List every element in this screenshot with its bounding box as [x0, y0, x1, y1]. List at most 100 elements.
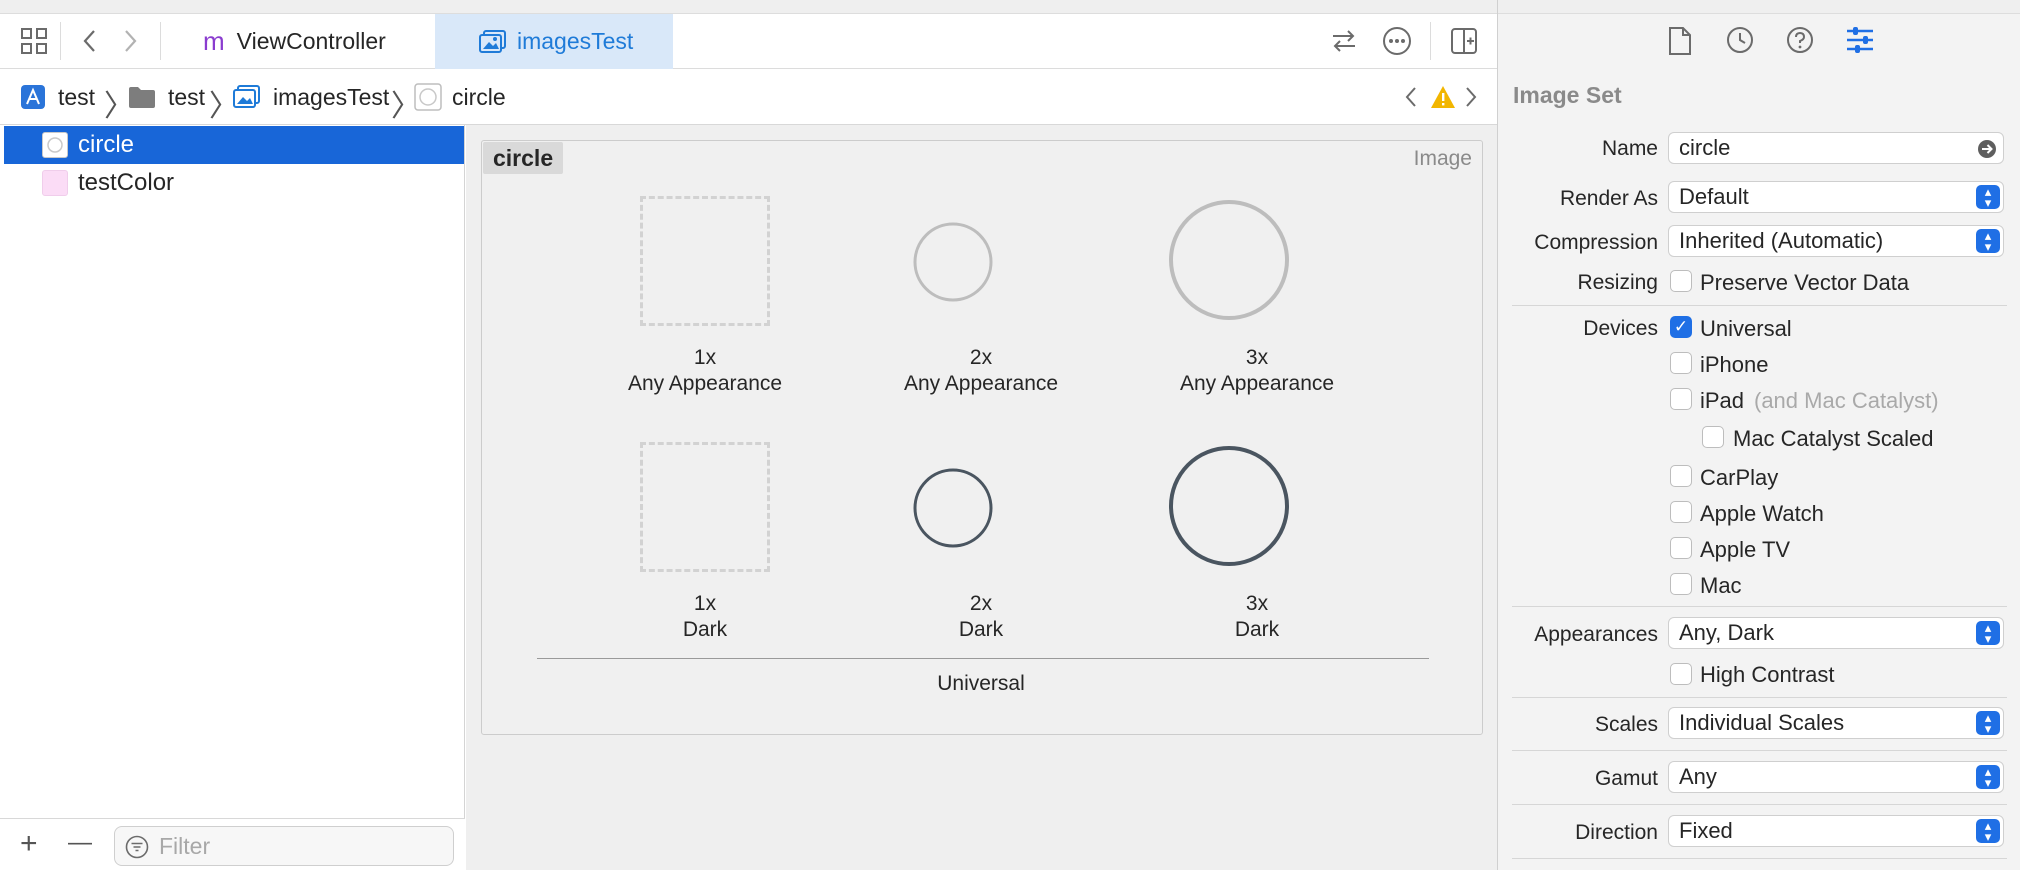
slot-label-1x-any: 1x Any Appearance — [595, 345, 815, 397]
preserve-vector-checkbox[interactable] — [1670, 270, 1692, 292]
asset-editor: circle Image 1x Any Appearance 2x Any Ap… — [466, 125, 1497, 870]
gamut-label: Gamut — [1594, 767, 1658, 790]
image-well-2x-any[interactable] — [912, 221, 994, 308]
device-suffix: (and Mac Catalyst) — [1754, 388, 1939, 413]
image-well-3x-dark[interactable] — [1167, 444, 1291, 573]
add-asset-button[interactable]: + — [20, 827, 38, 861]
direction-popup[interactable]: Fixed ▴ ▾ — [1668, 815, 2004, 847]
compression-popup[interactable]: Inherited (Automatic) ▴ ▾ — [1668, 225, 2004, 257]
remove-asset-button[interactable]: — — [68, 829, 92, 857]
name-field[interactable]: circle — [1668, 132, 2004, 164]
quick-help-icon[interactable] — [1786, 26, 1814, 59]
universal-checkbox[interactable]: ✓ — [1670, 316, 1692, 338]
apple-watch-checkbox[interactable] — [1670, 501, 1692, 523]
device-label: iPad — [1700, 388, 1745, 413]
folder-icon — [128, 85, 156, 109]
carplay-checkbox[interactable] — [1670, 465, 1692, 487]
render-as-label: Render As — [1559, 187, 1658, 210]
tab-label: ViewController — [236, 28, 386, 54]
mac-catalyst-scaled-checkbox[interactable] — [1702, 426, 1724, 448]
popup-chevron-icon: ▴ ▾ — [1976, 711, 2000, 735]
tab-viewcontroller[interactable]: m ViewController — [203, 14, 386, 69]
group-label: Universal — [937, 672, 1025, 695]
gamut-popup[interactable]: Any ▴ ▾ — [1668, 761, 2004, 793]
breadcrumb-label: circle — [452, 83, 506, 110]
slot-scale: 2x — [969, 592, 993, 615]
scales-popup[interactable]: Individual Scales ▴ ▾ — [1668, 707, 2004, 739]
grid-icon[interactable] — [20, 27, 48, 60]
breadcrumb-label: test — [168, 83, 206, 110]
breadcrumb-label: imagesTest — [273, 83, 390, 110]
high-contrast-checkbox[interactable] — [1670, 663, 1692, 685]
breadcrumb-image-set[interactable]: circle — [414, 69, 506, 125]
filter-icon — [125, 835, 149, 865]
popup-chevron-icon: ▴ ▾ — [1976, 621, 2000, 645]
iphone-checkbox[interactable] — [1670, 352, 1692, 374]
related-items-swap-icon[interactable] — [1330, 27, 1358, 60]
appearances-popup[interactable]: Any, Dark ▴ ▾ — [1668, 617, 2004, 649]
slot-appearance: Dark — [682, 618, 728, 641]
list-item-testcolor[interactable]: testColor — [4, 164, 464, 202]
filter-field[interactable]: Filter — [114, 826, 454, 866]
forward-icon[interactable] — [120, 27, 140, 60]
apple-tv-checkbox[interactable] — [1670, 537, 1692, 559]
slot-label-1x-dark: 1x Dark — [595, 591, 815, 643]
attributes-inspector: Image Set Name circle Render As Default … — [1497, 0, 2020, 870]
device-label: Mac Catalyst Scaled — [1733, 426, 1934, 451]
previous-issue-icon[interactable] — [1402, 83, 1420, 116]
jump-bar: test 〉 test 〉 imagesTest 〉 circle — [0, 69, 1497, 125]
popup-chevron-icon: ▴ ▾ — [1976, 819, 2000, 843]
name-label: Name — [1601, 137, 1658, 160]
device-label: Universal — [1700, 316, 1792, 341]
popup-value: Inherited (Automatic) — [1679, 228, 1884, 253]
arrow-circle-icon[interactable] — [1977, 139, 1997, 165]
slot-appearance: Any Appearance — [627, 372, 783, 395]
attributes-inspector-icon[interactable] — [1845, 26, 1875, 59]
list-item-label: circle — [78, 131, 135, 158]
breadcrumb-asset-catalog[interactable]: imagesTest — [233, 69, 389, 125]
warning-icon[interactable] — [1430, 85, 1456, 114]
popup-value: Default — [1679, 184, 1749, 209]
history-inspector-icon[interactable] — [1726, 26, 1754, 59]
ipad-checkbox[interactable] — [1670, 388, 1692, 410]
filter-placeholder: Filter — [159, 832, 211, 859]
popup-chevron-icon: ▴ ▾ — [1976, 185, 2000, 209]
mac-checkbox[interactable] — [1670, 573, 1692, 595]
image-set-name-badge: circle — [483, 142, 564, 174]
image-well-3x-any[interactable] — [1167, 198, 1291, 327]
more-options-icon[interactable] — [1382, 26, 1412, 61]
image-well-1x-any[interactable] — [640, 196, 770, 326]
list-item-circle[interactable]: circle — [4, 126, 464, 164]
slot-scale: 3x — [1245, 346, 1269, 369]
image-well-1x-dark[interactable] — [640, 442, 770, 572]
next-issue-icon[interactable] — [1462, 83, 1480, 116]
file-inspector-icon[interactable] — [1668, 26, 1692, 61]
tab-imagestest[interactable]: imagesTest — [435, 14, 673, 69]
breadcrumb-folder[interactable]: test — [128, 69, 205, 125]
direction-label: Direction — [1575, 821, 1658, 844]
breadcrumb-project[interactable]: test — [20, 69, 95, 125]
window-top-strip — [0, 0, 1497, 14]
slot-scale: 1x — [693, 592, 717, 615]
section-divider — [1512, 606, 2007, 607]
slot-appearance: Any Appearance — [903, 372, 1059, 395]
device-label: iPhone — [1700, 352, 1769, 377]
appearances-label: Appearances — [1534, 623, 1658, 646]
section-divider — [1512, 305, 2007, 306]
slot-label-2x-dark: 2x Dark — [871, 591, 1091, 643]
add-editor-icon[interactable] — [1450, 27, 1478, 60]
image-set-type-label: Image — [1413, 147, 1472, 170]
window-top-strip — [1498, 0, 2020, 14]
image-set-panel: circle Image 1x Any Appearance 2x Any Ap… — [481, 140, 1483, 735]
popup-chevron-icon: ▴ ▾ — [1976, 229, 2000, 253]
back-icon[interactable] — [80, 27, 100, 60]
inspector-tab-bar — [1498, 0, 2020, 80]
section-divider — [1512, 804, 2007, 805]
image-set-icon — [414, 83, 442, 111]
render-as-popup[interactable]: Default ▴ ▾ — [1668, 181, 2004, 213]
image-well-2x-dark[interactable] — [912, 467, 994, 554]
high-contrast-label: High Contrast — [1700, 662, 1835, 687]
color-swatch-icon — [42, 170, 68, 196]
resizing-label: Resizing — [1577, 271, 1658, 294]
group-divider — [537, 658, 1429, 659]
